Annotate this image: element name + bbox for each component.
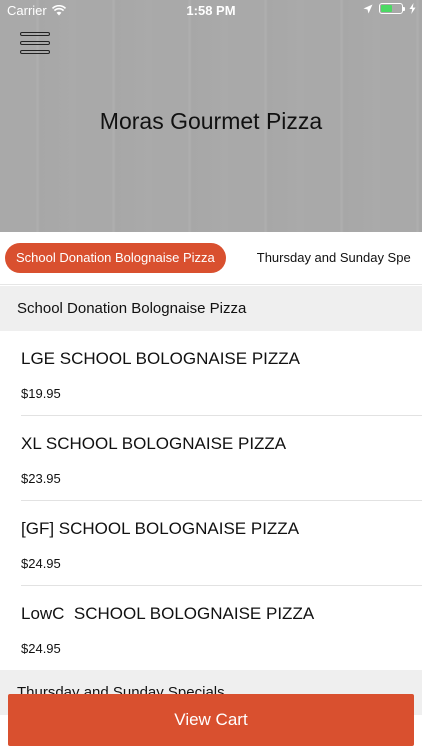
section-header: School Donation Bolognaise Pizza — [0, 286, 422, 331]
charging-bolt-icon — [409, 3, 416, 14]
menu-item[interactable]: LowC SCHOOL BOLOGNAISE PIZZA $24.95 — [0, 586, 422, 671]
menu-item[interactable]: LGE SCHOOL BOLOGNAISE PIZZA $19.95 — [0, 331, 422, 416]
menu-item-price: $24.95 — [21, 641, 61, 656]
menu-item-name: LowC SCHOOL BOLOGNAISE PIZZA — [21, 604, 315, 623]
menu-item-price: $24.95 — [21, 556, 61, 571]
menu-item-price: $19.95 — [21, 386, 61, 401]
tab-thursday-and-sunday-specials[interactable]: Thursday and Sunday Spe — [246, 243, 422, 273]
header-banner: Carrier 1:58 PM Moras Gourmet Pizza — [0, 0, 422, 232]
status-bar: Carrier 1:58 PM — [0, 0, 422, 22]
restaurant-title: Moras Gourmet Pizza — [99, 108, 323, 134]
hamburger-menu-icon[interactable] — [20, 30, 50, 56]
tab-school-donation-bolognaise-pizza[interactable]: School Donation Bolognaise Pizza — [5, 243, 226, 273]
menu-item[interactable]: XL SCHOOL BOLOGNAISE PIZZA $23.95 — [0, 416, 422, 501]
location-arrow-icon — [363, 4, 373, 13]
status-time: 1:58 PM — [186, 3, 236, 18]
menu-item-price: $23.95 — [21, 471, 61, 486]
tabs-divider — [0, 284, 422, 285]
category-tabs[interactable]: School Donation Bolognaise Pizza Thursda… — [0, 232, 422, 284]
menu-item-name: LGE SCHOOL BOLOGNAISE PIZZA — [21, 349, 300, 368]
view-cart-button[interactable]: View Cart — [8, 694, 414, 746]
menu-item[interactable]: [GF] SCHOOL BOLOGNAISE PIZZA $24.95 — [0, 501, 422, 586]
menu-item-name: [GF] SCHOOL BOLOGNAISE PIZZA — [21, 519, 300, 538]
menu-item-name: XL SCHOOL BOLOGNAISE PIZZA — [21, 434, 287, 453]
status-indicators — [363, 3, 416, 14]
battery-icon — [379, 3, 405, 14]
